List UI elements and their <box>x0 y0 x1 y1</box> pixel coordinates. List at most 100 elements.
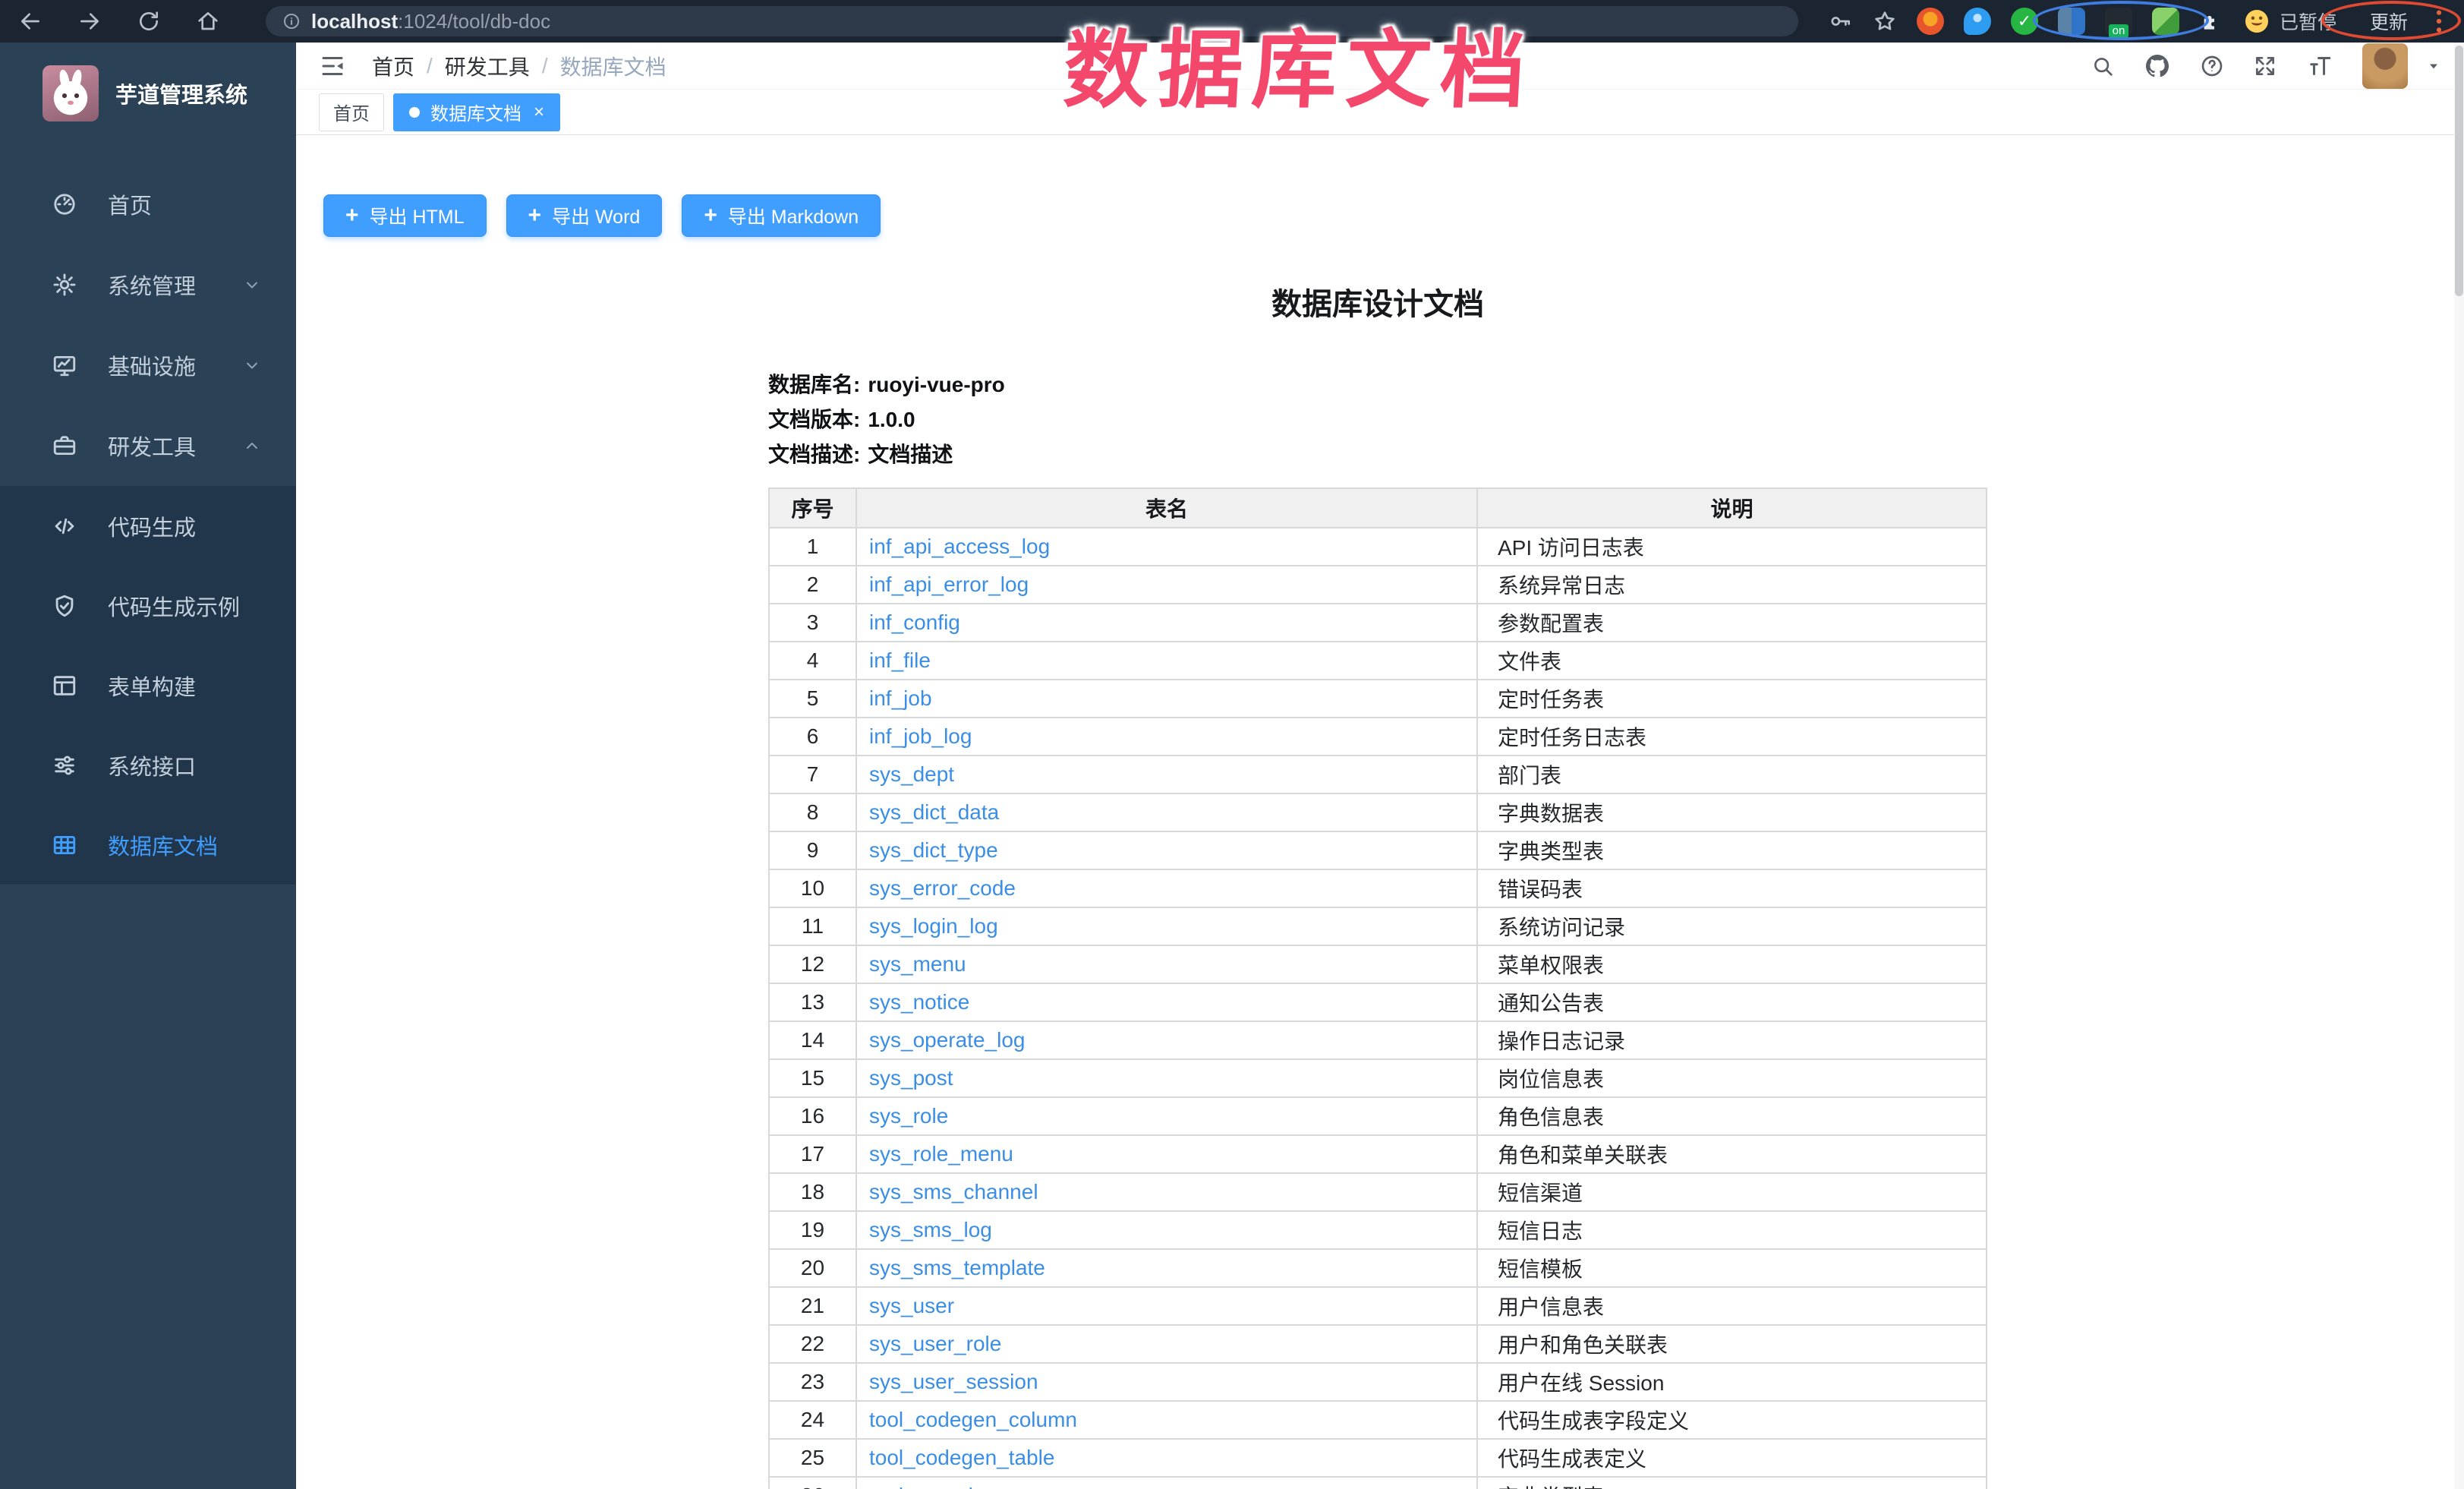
export-button-2[interactable]: +导出 Word <box>506 194 663 237</box>
table-row: 6inf_job_log定时任务日志表 <box>769 718 1987 756</box>
sidebar-subitem-1[interactable]: 代码生成 <box>0 486 296 566</box>
table-row: 22sys_user_role用户和角色关联表 <box>769 1325 1987 1363</box>
on-badge-extension-icon[interactable]: on <box>2105 8 2132 35</box>
forward-icon[interactable] <box>77 9 102 33</box>
sidebar-subitem-4[interactable]: 系统接口 <box>0 725 296 805</box>
reload-icon[interactable] <box>137 9 161 33</box>
table-link[interactable]: sys_sms_channel <box>869 1180 1038 1204</box>
row-index: 7 <box>769 756 856 793</box>
table-link[interactable]: sys_sms_log <box>869 1218 992 1241</box>
font-size-icon[interactable] <box>2306 52 2333 80</box>
table-link[interactable]: sys_role_menu <box>869 1142 1013 1166</box>
breadcrumb-item-2[interactable]: 研发工具 <box>445 51 530 81</box>
row-table-desc: 字典类型表 <box>1477 1477 1987 1489</box>
table-row: 3inf_config参数配置表 <box>769 604 1987 642</box>
help-icon[interactable] <box>2200 54 2224 78</box>
table-link[interactable]: tool_codegen_table <box>869 1446 1054 1469</box>
table-link[interactable]: inf_config <box>869 610 960 634</box>
export-button-3[interactable]: +导出 Markdown <box>682 194 881 237</box>
sidebar-subitem-2[interactable]: 代码生成示例 <box>0 566 296 645</box>
avatar[interactable] <box>2362 43 2408 89</box>
table-link[interactable]: sys_menu <box>869 952 966 976</box>
key-icon[interactable] <box>1829 9 1853 33</box>
sidebar-submenu: 代码生成代码生成示例表单构建系统接口数据库文档 <box>0 486 296 885</box>
drop-extension-icon[interactable] <box>1964 8 1991 35</box>
row-table-desc: 用户信息表 <box>1477 1287 1987 1325</box>
breadcrumb-item-1[interactable]: 首页 <box>372 51 414 81</box>
table-link[interactable]: sys_dict_data <box>869 800 999 824</box>
monitor-icon <box>52 352 77 378</box>
row-table-desc: 字典数据表 <box>1477 793 1987 831</box>
leaf-extension-icon[interactable] <box>2152 8 2179 35</box>
row-index: 15 <box>769 1059 856 1097</box>
scrollbar-thumb[interactable] <box>2455 46 2463 296</box>
info-icon[interactable] <box>282 12 301 30</box>
table-link[interactable]: sys_user_session <box>869 1370 1038 1393</box>
tab-2[interactable]: 数据库文档× <box>393 93 560 131</box>
address-bar[interactable]: localhost:1024/tool/db-doc <box>266 6 1798 36</box>
table-link[interactable]: tool_codegen_column <box>869 1408 1077 1431</box>
table-link[interactable]: sys_operate_log <box>869 1028 1025 1052</box>
caret-down-icon[interactable] <box>2426 58 2441 74</box>
breadcrumb-separator: / <box>427 54 433 78</box>
back-icon[interactable] <box>18 9 43 33</box>
doc-meta-line-3: 文档描述:文档描述 <box>768 437 1987 472</box>
row-table-desc: 角色信息表 <box>1477 1097 1987 1135</box>
page-scrollbar[interactable] <box>2454 43 2464 1489</box>
row-table-name: sys_user_role <box>856 1325 1477 1363</box>
home-icon[interactable] <box>196 9 220 33</box>
table-link[interactable]: tool_test_demo <box>869 1484 1014 1489</box>
chevron-down-icon <box>243 276 261 294</box>
table-header-row: 序号 表名 说明 <box>769 488 1987 528</box>
github-icon[interactable] <box>2144 52 2171 80</box>
kebab-menu-icon[interactable] <box>2432 8 2446 34</box>
table-link[interactable]: sys_login_log <box>869 914 998 938</box>
table-link[interactable]: inf_api_access_log <box>869 535 1050 558</box>
row-table-desc: 岗位信息表 <box>1477 1059 1987 1097</box>
doc-meta-line-2: 文档版本:1.0.0 <box>768 402 1987 437</box>
sidebar-subitem-5[interactable]: 数据库文档 <box>0 805 296 885</box>
table-link[interactable]: sys_dept <box>869 762 954 786</box>
table-link[interactable]: inf_job <box>869 686 932 710</box>
fold-menu-icon[interactable] <box>319 52 346 80</box>
green-check-extension-icon[interactable]: ✓ <box>2011 8 2038 35</box>
row-table-name: sys_notice <box>856 983 1477 1021</box>
sidebar-item-label: 基础设施 <box>108 349 196 381</box>
table-link[interactable]: sys_notice <box>869 990 969 1014</box>
table-link[interactable]: sys_post <box>869 1066 953 1090</box>
puzzle-icon[interactable] <box>2199 9 2223 33</box>
table-link[interactable]: sys_role <box>869 1104 948 1128</box>
sidebar-item-label: 系统管理 <box>108 269 196 301</box>
grid-extension-icon[interactable] <box>2058 8 2085 35</box>
table-link[interactable]: sys_user <box>869 1294 954 1317</box>
table-row: 8sys_dict_data字典数据表 <box>769 793 1987 831</box>
sidebar-item-2[interactable]: 系统管理 <box>0 244 296 325</box>
update-button[interactable]: 更新 <box>2370 8 2408 35</box>
sidebar-item-1[interactable]: 首页 <box>0 164 296 244</box>
row-table-desc: 代码生成表字段定义 <box>1477 1401 1987 1439</box>
tomato-extension-icon[interactable] <box>1917 8 1944 35</box>
tab-1[interactable]: 首页 <box>319 93 384 131</box>
sidebar-item-3[interactable]: 基础设施 <box>0 325 296 405</box>
row-index: 22 <box>769 1325 856 1363</box>
table-row: 23sys_user_session用户在线 Session <box>769 1363 1987 1401</box>
table-link[interactable]: inf_file <box>869 648 931 672</box>
table-link[interactable]: sys_user_role <box>869 1332 1001 1355</box>
fullscreen-icon[interactable] <box>2253 54 2277 78</box>
table-row: 5inf_job定时任务表 <box>769 680 1987 718</box>
export-button-1[interactable]: +导出 HTML <box>323 194 487 237</box>
star-icon[interactable] <box>1873 9 1897 33</box>
profile-chip[interactable]: 已暂停 <box>2243 8 2336 35</box>
table-link[interactable]: sys_error_code <box>869 876 1016 900</box>
tab-close-icon[interactable]: × <box>534 103 544 121</box>
table-link[interactable]: inf_api_error_log <box>869 573 1029 596</box>
breadcrumb-separator: / <box>542 54 548 78</box>
table-link[interactable]: inf_job_log <box>869 724 972 748</box>
sidebar-item-4[interactable]: 研发工具 <box>0 405 296 486</box>
table-row: 24tool_codegen_column代码生成表字段定义 <box>769 1401 1987 1439</box>
table-link[interactable]: sys_dict_type <box>869 838 998 862</box>
search-icon[interactable] <box>2091 54 2115 78</box>
table-link[interactable]: sys_sms_template <box>869 1256 1045 1279</box>
sidebar-subitem-3[interactable]: 表单构建 <box>0 645 296 725</box>
sliders-icon <box>52 752 77 778</box>
